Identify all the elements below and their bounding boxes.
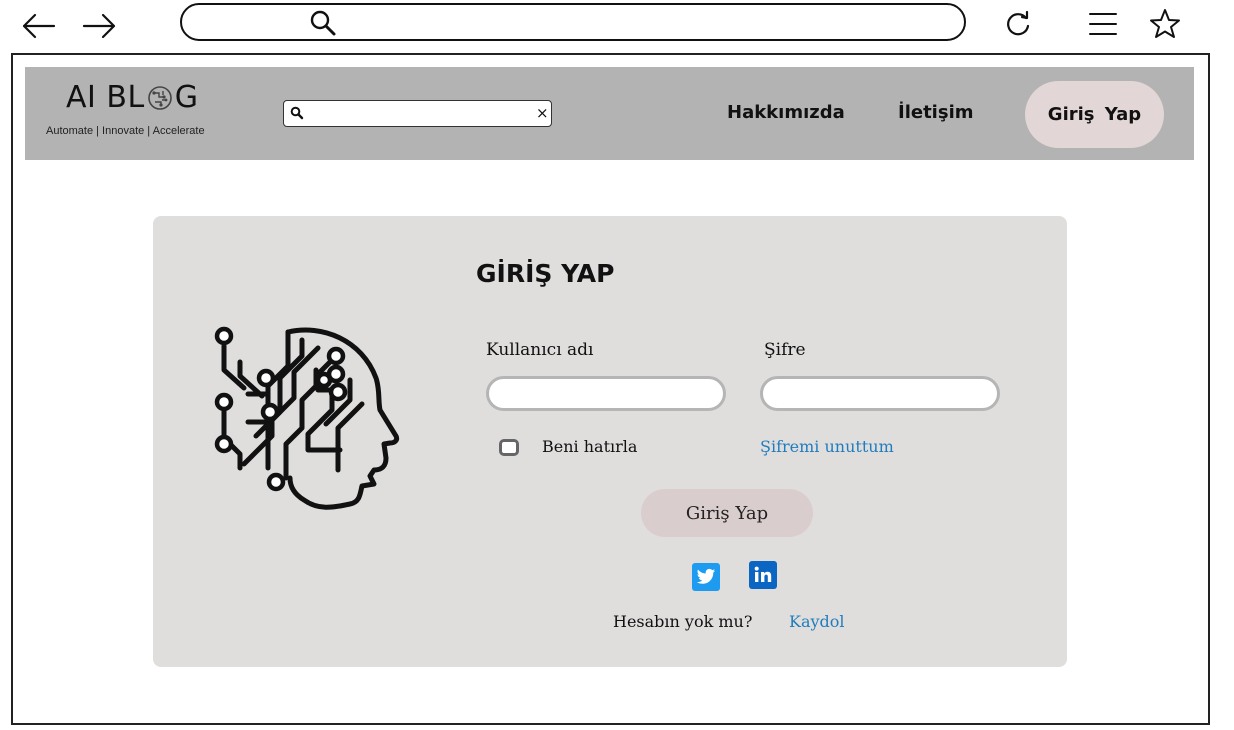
forward-button[interactable] bbox=[80, 6, 120, 46]
no-account-text: Hesabın yok mu? bbox=[613, 612, 753, 631]
twitter-icon bbox=[696, 568, 716, 584]
remember-me-checkbox[interactable] bbox=[499, 439, 519, 456]
remember-me-label: Beni hatırla bbox=[542, 437, 638, 456]
site-header bbox=[25, 67, 1194, 160]
password-input[interactable] bbox=[760, 376, 1000, 411]
register-link[interactable]: Kaydol bbox=[789, 612, 845, 631]
forgot-password-link[interactable]: Şifremi unuttum bbox=[760, 437, 894, 456]
ai-head-circuit-icon bbox=[214, 326, 400, 510]
nav-about[interactable]: Hakkımızda bbox=[727, 102, 845, 123]
linkedin-icon bbox=[754, 566, 772, 582]
brain-circuit-icon bbox=[147, 85, 172, 110]
logo-tagline: Automate | Innovate | Accelerate bbox=[46, 125, 205, 137]
logo-text-end: G bbox=[174, 80, 199, 115]
site-search[interactable]: × bbox=[283, 100, 552, 127]
username-input[interactable] bbox=[486, 376, 726, 411]
menu-button[interactable] bbox=[1085, 6, 1121, 42]
address-bar[interactable] bbox=[180, 3, 966, 41]
logo[interactable]: AI BL G bbox=[66, 80, 198, 115]
clear-search-button[interactable]: × bbox=[536, 104, 549, 122]
hamburger-menu-icon bbox=[1089, 13, 1117, 35]
reload-icon bbox=[1007, 10, 1030, 36]
login-submit-button[interactable]: Giriş Yap bbox=[641, 489, 813, 537]
reload-button[interactable] bbox=[1000, 6, 1036, 42]
arrow-right-icon bbox=[82, 13, 116, 39]
username-label: Kullanıcı adı bbox=[486, 340, 594, 360]
search-icon bbox=[290, 106, 304, 120]
star-icon bbox=[1150, 9, 1180, 38]
header-login-button[interactable]: Giriş Yap bbox=[1025, 81, 1164, 148]
logo-text: AI BL bbox=[66, 80, 145, 115]
search-icon bbox=[310, 10, 336, 36]
linkedin-button[interactable] bbox=[749, 561, 777, 589]
bookmark-button[interactable] bbox=[1147, 6, 1183, 42]
arrow-left-icon bbox=[22, 13, 56, 39]
back-button[interactable] bbox=[18, 6, 58, 46]
password-label: Şifre bbox=[764, 340, 806, 360]
nav-contact[interactable]: İletişim bbox=[898, 102, 974, 123]
login-title: GİRİŞ YAP bbox=[476, 259, 615, 288]
twitter-button[interactable] bbox=[692, 563, 720, 591]
